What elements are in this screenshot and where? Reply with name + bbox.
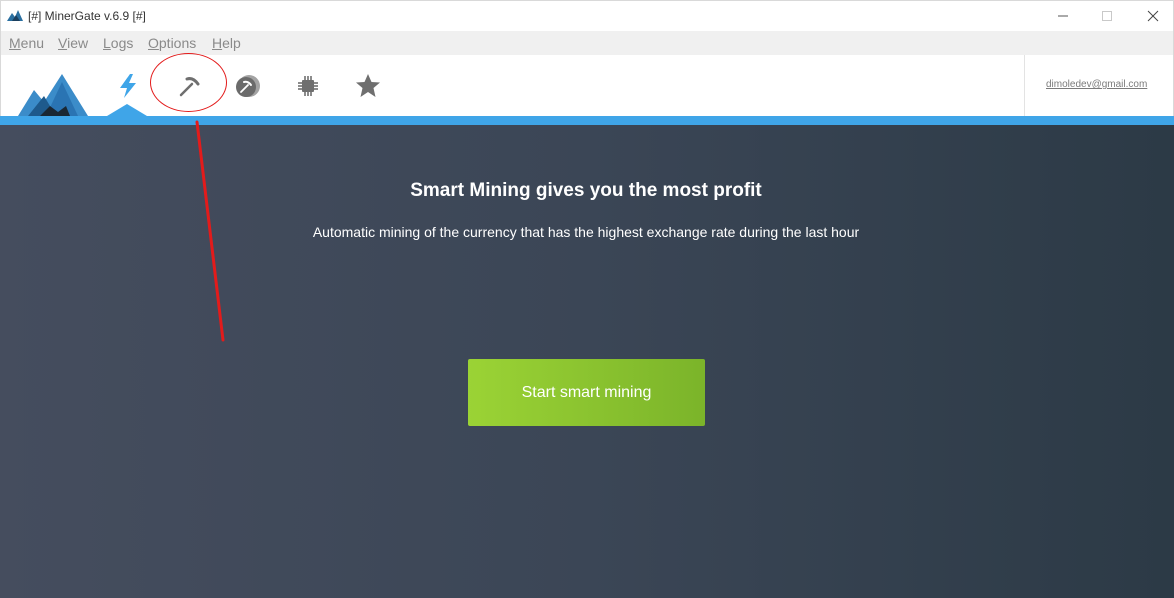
window-title: [#] MinerGate v.6.9 [#] [28, 9, 146, 23]
page-title: Smart Mining gives you the most profit [410, 180, 762, 201]
page-description: Automatic mining of the currency that ha… [312, 224, 860, 240]
account-email-link[interactable]: dimoledev@gmail.com [1046, 79, 1147, 90]
tab-mining-pool[interactable] [231, 69, 265, 103]
chip-icon [298, 76, 318, 96]
smart-mining-panel: Smart Mining gives you the most profit A… [0, 125, 1174, 598]
tab-smart-mining[interactable] [111, 69, 145, 103]
title-bar: [#] MinerGate v.6.9 [#] [0, 0, 1174, 31]
star-icon [356, 74, 380, 97]
pickaxe-coin-icon [236, 75, 260, 97]
menu-label-rest: enu [20, 35, 45, 51]
menu-item-options[interactable]: Options [148, 35, 196, 51]
start-smart-mining-button[interactable]: Start smart mining [468, 359, 705, 426]
minimize-button[interactable] [1043, 3, 1083, 29]
accent-strip [0, 116, 1174, 125]
menu-item-menu[interactable]: Menu [9, 35, 44, 51]
tab-hardware[interactable] [291, 69, 325, 103]
close-icon [1147, 10, 1159, 22]
menu-bar: Menu View Logs Options Help [0, 31, 1174, 55]
annotation-circle [150, 53, 227, 112]
maximize-icon [1102, 11, 1112, 21]
minimize-icon [1058, 15, 1068, 17]
tab-favorites[interactable] [351, 69, 385, 103]
lightning-icon [120, 74, 136, 98]
menu-item-help[interactable]: Help [212, 35, 241, 51]
maximize-button[interactable] [1087, 3, 1127, 29]
minergate-logo [18, 74, 88, 116]
menu-item-view[interactable]: View [58, 35, 88, 51]
active-tab-indicator [107, 104, 147, 116]
annotation-arrow [195, 120, 225, 342]
close-button[interactable] [1133, 3, 1173, 29]
account-area: dimoledev@gmail.com [1024, 55, 1174, 116]
menu-item-logs[interactable]: Logs [103, 35, 133, 51]
minergate-app-icon [7, 10, 23, 21]
